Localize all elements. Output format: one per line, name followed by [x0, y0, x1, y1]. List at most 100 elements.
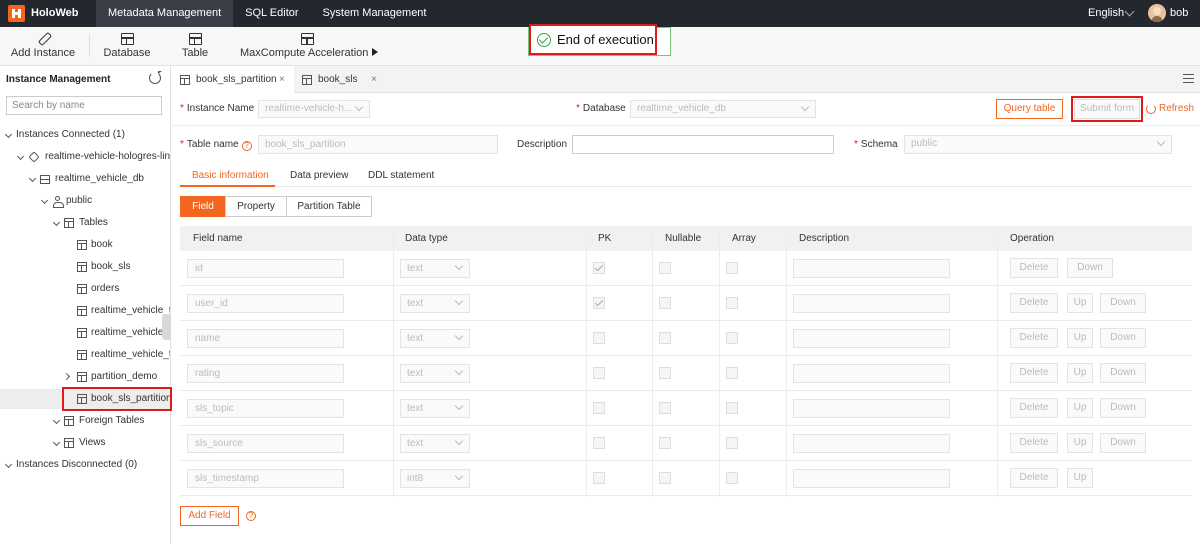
tree-table-item[interactable]: realtime_vehicle_t	[0, 345, 170, 365]
delete-button[interactable]: Delete	[1010, 433, 1058, 453]
pk-checkbox[interactable]	[593, 437, 605, 449]
delete-button[interactable]: Delete	[1010, 398, 1058, 418]
down-button[interactable]: Down	[1100, 328, 1146, 348]
database-button[interactable]: Database	[101, 27, 153, 66]
pk-checkbox[interactable]	[593, 472, 605, 484]
tree-views[interactable]: Views	[0, 433, 170, 453]
tree-instances-connected[interactable]: Instances Connected (1)	[0, 125, 170, 145]
table-button[interactable]: Table	[176, 27, 214, 66]
tree-table-item[interactable]: realtime_vehicle_t	[0, 323, 170, 343]
up-button[interactable]: Up	[1067, 363, 1093, 383]
up-button[interactable]: Up	[1067, 293, 1093, 313]
sidebar-collapse-handle[interactable]	[162, 314, 171, 340]
down-button[interactable]: Down	[1100, 363, 1146, 383]
data-type-select[interactable]: text	[400, 329, 470, 348]
data-type-select[interactable]: text	[400, 294, 470, 313]
array-checkbox[interactable]	[726, 472, 738, 484]
segment-property[interactable]: Property	[225, 196, 287, 217]
down-button[interactable]: Down	[1100, 433, 1146, 453]
tree-database[interactable]: realtime_vehicle_db	[0, 169, 170, 189]
username[interactable]: bob	[1170, 7, 1188, 19]
up-button[interactable]: Up	[1067, 328, 1093, 348]
data-type-select[interactable]: text	[400, 259, 470, 278]
add-instance-button[interactable]: Add Instance	[10, 27, 76, 66]
segment-field[interactable]: Field	[180, 196, 226, 217]
tab-ddl-statement[interactable]: DDL statement	[368, 170, 434, 181]
tab-book-sls[interactable]: book_sls ×	[294, 66, 386, 93]
nullable-checkbox[interactable]	[659, 472, 671, 484]
field-description-input[interactable]	[793, 294, 950, 313]
array-checkbox[interactable]	[726, 297, 738, 309]
delete-button[interactable]: Delete	[1010, 363, 1058, 383]
nullable-checkbox[interactable]	[659, 402, 671, 414]
nullable-checkbox[interactable]	[659, 437, 671, 449]
nav-system-management[interactable]: System Management	[311, 0, 439, 27]
field-description-input[interactable]	[793, 434, 950, 453]
array-checkbox[interactable]	[726, 402, 738, 414]
tab-data-preview[interactable]: Data preview	[290, 170, 348, 181]
pk-checkbox[interactable]	[593, 332, 605, 344]
field-description-input[interactable]	[793, 364, 950, 383]
pk-checkbox[interactable]	[593, 297, 605, 309]
database-select[interactable]: realtime_vehicle_db	[630, 100, 816, 118]
segment-partition-table[interactable]: Partition Table	[286, 196, 372, 217]
up-button[interactable]: Up	[1067, 433, 1093, 453]
data-type-select[interactable]: text	[400, 434, 470, 453]
field-name-input[interactable]: user_id	[187, 294, 344, 313]
nullable-checkbox[interactable]	[659, 297, 671, 309]
tree-table-item[interactable]: book_sls	[0, 257, 170, 277]
field-name-input[interactable]: rating	[187, 364, 344, 383]
array-checkbox[interactable]	[726, 367, 738, 379]
refresh-link[interactable]: Refresh	[1146, 103, 1194, 114]
table-name-input[interactable]: book_sls_partition	[258, 135, 498, 154]
delete-button[interactable]: Delete	[1010, 258, 1058, 278]
field-name-input[interactable]: sls_timestamp	[187, 469, 344, 488]
pk-checkbox[interactable]	[593, 402, 605, 414]
down-button[interactable]: Down	[1067, 258, 1113, 278]
field-description-input[interactable]	[793, 259, 950, 278]
nullable-checkbox[interactable]	[659, 367, 671, 379]
field-name-input[interactable]: name	[187, 329, 344, 348]
field-description-input[interactable]	[793, 469, 950, 488]
field-name-input[interactable]: sls_source	[187, 434, 344, 453]
chevron-down-icon[interactable]	[1124, 6, 1135, 17]
description-input[interactable]	[572, 135, 834, 154]
tree-foreign-tables[interactable]: Foreign Tables	[0, 411, 170, 431]
delete-button[interactable]: Delete	[1010, 293, 1058, 313]
menu-icon[interactable]	[1183, 74, 1194, 83]
field-description-input[interactable]	[793, 329, 950, 348]
nav-metadata-management[interactable]: Metadata Management	[96, 0, 234, 27]
tab-basic-information[interactable]: Basic information	[192, 170, 269, 181]
instance-name-select[interactable]: realtime-vehicle-h...	[258, 100, 370, 118]
field-name-input[interactable]: id	[187, 259, 344, 278]
tree-table-item[interactable]: partition_demo	[0, 367, 170, 387]
tree-table-item[interactable]: orders	[0, 279, 170, 299]
data-type-select[interactable]: text	[400, 399, 470, 418]
tree-instance[interactable]: realtime-vehicle-hologres-lin	[0, 147, 170, 167]
query-table-button[interactable]: Query table	[996, 99, 1063, 119]
down-button[interactable]: Down	[1100, 398, 1146, 418]
array-checkbox[interactable]	[726, 437, 738, 449]
delete-button[interactable]: Delete	[1010, 328, 1058, 348]
schema-select[interactable]: public	[904, 135, 1172, 154]
up-button[interactable]: Up	[1067, 398, 1093, 418]
close-icon[interactable]: ×	[279, 66, 285, 93]
field-name-input[interactable]: sls_topic	[187, 399, 344, 418]
help-icon[interactable]: ?	[246, 511, 256, 521]
search-input[interactable]	[6, 96, 162, 115]
tree-instances-disconnected[interactable]: Instances Disconnected (0)	[0, 455, 170, 475]
refresh-icon[interactable]	[149, 71, 162, 84]
tree-tables[interactable]: Tables	[0, 213, 170, 233]
avatar[interactable]	[1148, 4, 1166, 22]
tree-schema[interactable]: public	[0, 191, 170, 211]
array-checkbox[interactable]	[726, 332, 738, 344]
add-field-button[interactable]: Add Field	[180, 506, 239, 526]
tree-table-item[interactable]: realtime_vehicle_t	[0, 301, 170, 321]
nullable-checkbox[interactable]	[659, 332, 671, 344]
data-type-select[interactable]: int8	[400, 469, 470, 488]
close-icon[interactable]: ×	[371, 66, 377, 93]
nullable-checkbox[interactable]	[659, 262, 671, 274]
language-select[interactable]: English	[1088, 7, 1124, 19]
pk-checkbox[interactable]	[593, 262, 605, 274]
data-type-select[interactable]: text	[400, 364, 470, 383]
